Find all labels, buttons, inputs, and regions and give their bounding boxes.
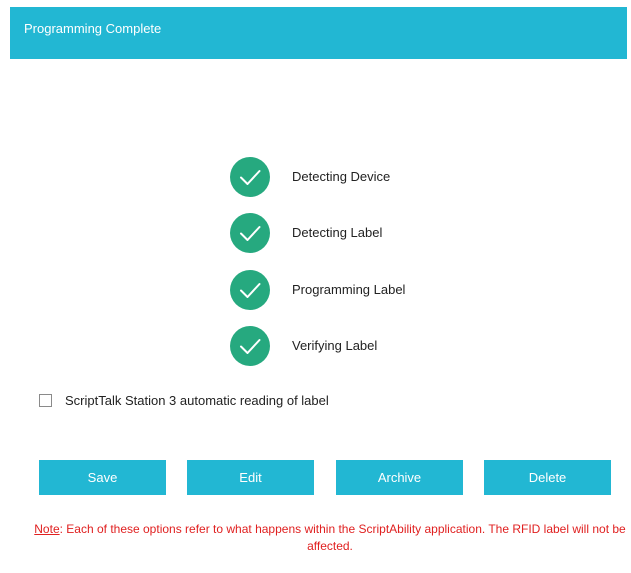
auto-read-label[interactable]: ScriptTalk Station 3 automatic reading o… <box>65 393 329 409</box>
delete-button[interactable]: Delete <box>484 460 611 495</box>
warning-note: Note: Each of these options refer to wha… <box>30 521 630 555</box>
check-circle-icon <box>230 326 270 366</box>
auto-read-option[interactable]: ScriptTalk Station 3 automatic reading o… <box>39 393 439 411</box>
step-detecting-label: Detecting Label <box>230 213 530 253</box>
auto-read-checkbox[interactable] <box>39 394 52 407</box>
dialog-titlebar: Programming Complete <box>10 7 627 59</box>
step-label: Detecting Device <box>292 169 391 184</box>
check-circle-icon <box>230 157 270 197</box>
note-label: Note <box>34 522 60 536</box>
programming-dialog: Programming Complete Detecting Device De… <box>10 7 627 573</box>
step-programming-label: Programming Label <box>230 270 530 310</box>
step-detecting-device: Detecting Device <box>230 157 530 197</box>
note-text: : Each of these options refer to what ha… <box>59 522 626 553</box>
save-button[interactable]: Save <box>39 460 166 495</box>
check-circle-icon <box>230 270 270 310</box>
check-circle-icon <box>230 213 270 253</box>
archive-button[interactable]: Archive <box>336 460 463 495</box>
step-label: Detecting Label <box>292 225 383 240</box>
edit-button[interactable]: Edit <box>187 460 314 495</box>
step-verifying-label: Verifying Label <box>230 326 530 366</box>
dialog-title: Programming Complete <box>24 21 162 36</box>
step-label: Programming Label <box>292 282 406 297</box>
step-label: Verifying Label <box>292 338 378 353</box>
